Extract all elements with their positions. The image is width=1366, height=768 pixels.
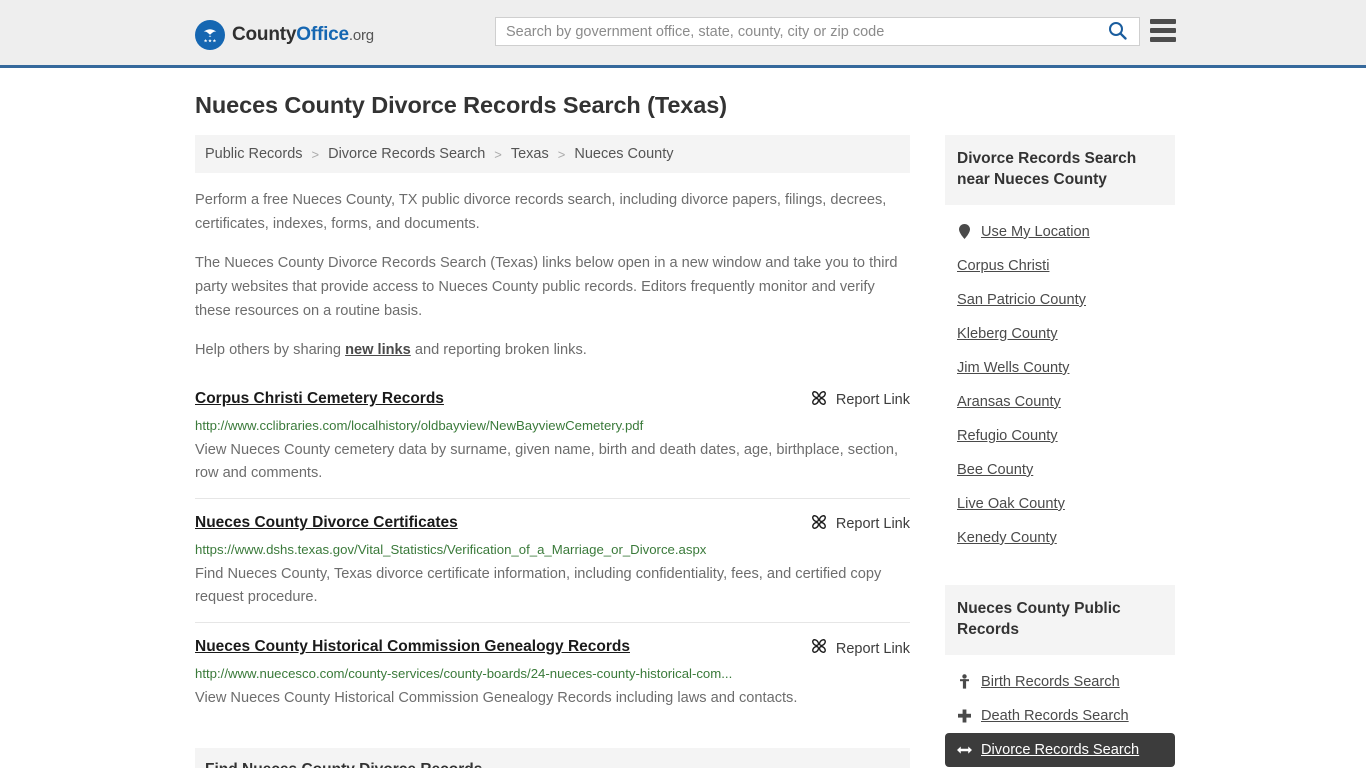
main-content: Public Records > Divorce Records Search … [195,135,910,768]
result-item: Nueces County Divorce Certificates Repor… [195,497,910,622]
new-links-link[interactable]: new links [345,342,411,358]
report-link-button[interactable]: Report Link [811,637,910,659]
intro-paragraph-2: The Nueces County Divorce Records Search… [195,255,898,319]
hamburger-bar [1150,28,1176,33]
sidebar-item-label: San Patricio County [957,291,1086,308]
sidebar-item-label: Jim Wells County [957,359,1070,376]
site-logo[interactable]: CountyOffice.org [195,20,374,50]
sidebar-near-heading: Divorce Records Search near Nueces Count… [945,135,1175,205]
sidebar-item-birth-records-search[interactable]: Birth Records Search [945,665,1175,699]
sidebar-item-refugio-county[interactable]: Refugio County [945,419,1175,453]
logo-text-org: .org [348,27,374,44]
sidebar-public-records-heading: Nueces County Public Records [945,584,1175,655]
page-body: Nueces County Divorce Records Search (Te… [0,92,1366,768]
sidebar-item-death-records-search[interactable]: Death Records Search [945,699,1175,733]
sidebar-item-label: Death Records Search [981,707,1129,724]
sidebar-item-label: Birth Records Search [981,673,1120,690]
breadcrumb-separator: > [494,146,502,162]
breadcrumb-item-nueces-county[interactable]: Nueces County [574,146,673,162]
sidebar: Divorce Records Search near Nueces Count… [945,135,1175,768]
breadcrumb-item-divorce-records-search[interactable]: Divorce Records Search [328,146,485,162]
hamburger-bar [1150,19,1176,24]
result-item: Corpus Christi Cemetery Records Report L… [195,379,910,498]
search-button[interactable] [1102,21,1139,43]
sidebar-item-divorce-records-search[interactable]: Divorce Records Search [945,732,1175,767]
sidebar-item-kleberg-county[interactable]: Kleberg County [945,317,1175,351]
logo-text-office: Office [296,24,349,45]
result-description: View Nueces County Historical Commission… [195,689,798,706]
cross-icon [957,709,972,723]
result-description: View Nueces County cemetery data by surn… [195,441,899,482]
breadcrumb-item-texas[interactable]: Texas [511,146,549,162]
report-link-label: Report Link [835,516,910,533]
logo-wordmark: CountyOffice.org [232,24,374,46]
intro-paragraph-1: Perform a free Nueces County, TX public … [195,192,887,232]
intro-paragraph-3: Help others by sharing new links and rep… [195,339,910,363]
result-url[interactable]: http://www.cclibraries.com/localhistory/… [195,417,910,435]
sidebar-item-kenedy-county[interactable]: Kenedy County [945,521,1175,555]
result-header: Corpus Christi Cemetery Records Report L… [195,389,910,411]
breadcrumb: Public Records > Divorce Records Search … [195,135,910,173]
logo-text-county: County [232,24,297,45]
hamburger-menu-icon[interactable] [1150,19,1176,42]
sidebar-item-live-oak-county[interactable]: Live Oak County [945,487,1175,521]
sidebar-item-label: Kenedy County [957,529,1057,546]
report-link-label: Report Link [835,640,910,657]
breadcrumb-separator: > [311,146,320,162]
intro-p3-after: and reporting broken links. [410,342,587,359]
sidebar-item-label: Use My Location [981,223,1090,240]
search-input[interactable] [496,18,1102,45]
result-header: Nueces County Divorce Certificates Repor… [195,513,910,535]
broken-link-icon [811,390,827,411]
breadcrumb-separator: > [557,146,566,162]
result-url[interactable]: http://www.nuecesco.com/county-services/… [195,665,910,683]
sidebar-item-aransas-county[interactable]: Aransas County [945,385,1175,419]
left-right-arrow-icon [957,744,972,756]
result-title-link[interactable]: Corpus Christi Cemetery Records [195,389,444,409]
report-link-label: Report Link [835,392,910,409]
page-title: Nueces County Divorce Records Search (Te… [195,92,727,118]
result-url[interactable]: https://www.dshs.texas.gov/Vital_Statist… [195,541,910,559]
eagle-seal-icon [195,20,225,50]
intro-text: Perform a free Nueces County, TX public … [195,189,910,363]
broken-link-icon [811,514,827,535]
site-header: CountyOffice.org [0,0,1366,68]
breadcrumb-item-public-records[interactable]: Public Records [205,146,303,162]
sidebar-item-san-patricio-county[interactable]: San Patricio County [945,283,1175,317]
sidebar-near-list: Use My Location Corpus Christi San Patri… [945,215,1175,555]
sidebar-item-label: Refugio County [957,427,1058,444]
sidebar-item-label: Corpus Christi [957,257,1050,274]
sidebar-item-bee-county[interactable]: Bee County [945,453,1175,487]
content-columns: Public Records > Divorce Records Search … [195,135,1175,768]
results-list: Corpus Christi Cemetery Records Report L… [195,379,910,723]
intro-p3-before: Help others by sharing [195,342,346,359]
sidebar-item-corpus-christi[interactable]: Corpus Christi [945,249,1175,283]
baby-icon [957,674,972,689]
sidebar-item-label: Aransas County [957,393,1061,410]
map-pin-icon [957,224,972,240]
sidebar-item-jim-wells-county[interactable]: Jim Wells County [945,351,1175,385]
search-bar[interactable] [495,17,1140,46]
report-link-button[interactable]: Report Link [811,389,910,411]
result-description: Find Nueces County, Texas divorce certif… [195,565,882,606]
sidebar-item-label: Divorce Records Search [981,741,1140,758]
broken-link-icon [811,638,827,659]
report-link-button[interactable]: Report Link [811,513,910,535]
result-header: Nueces County Historical Commission Gene… [195,637,910,659]
sidebar-public-records-list: Birth Records Search Death Records Searc… [945,665,1175,768]
find-records-heading: Find Nueces County Divorce Records [195,748,910,768]
result-item: Nueces County Historical Commission Gene… [195,622,910,722]
sidebar-item-label: Live Oak County [957,495,1065,512]
sidebar-item-use-my-location[interactable]: Use My Location [945,215,1175,249]
hamburger-bar [1150,37,1176,42]
sidebar-item-label: Kleberg County [957,325,1058,342]
sidebar-item-label: Bee County [957,461,1034,478]
search-icon [1108,21,1127,43]
result-title-link[interactable]: Nueces County Divorce Certificates [195,513,458,533]
result-title-link[interactable]: Nueces County Historical Commission Gene… [195,637,630,657]
